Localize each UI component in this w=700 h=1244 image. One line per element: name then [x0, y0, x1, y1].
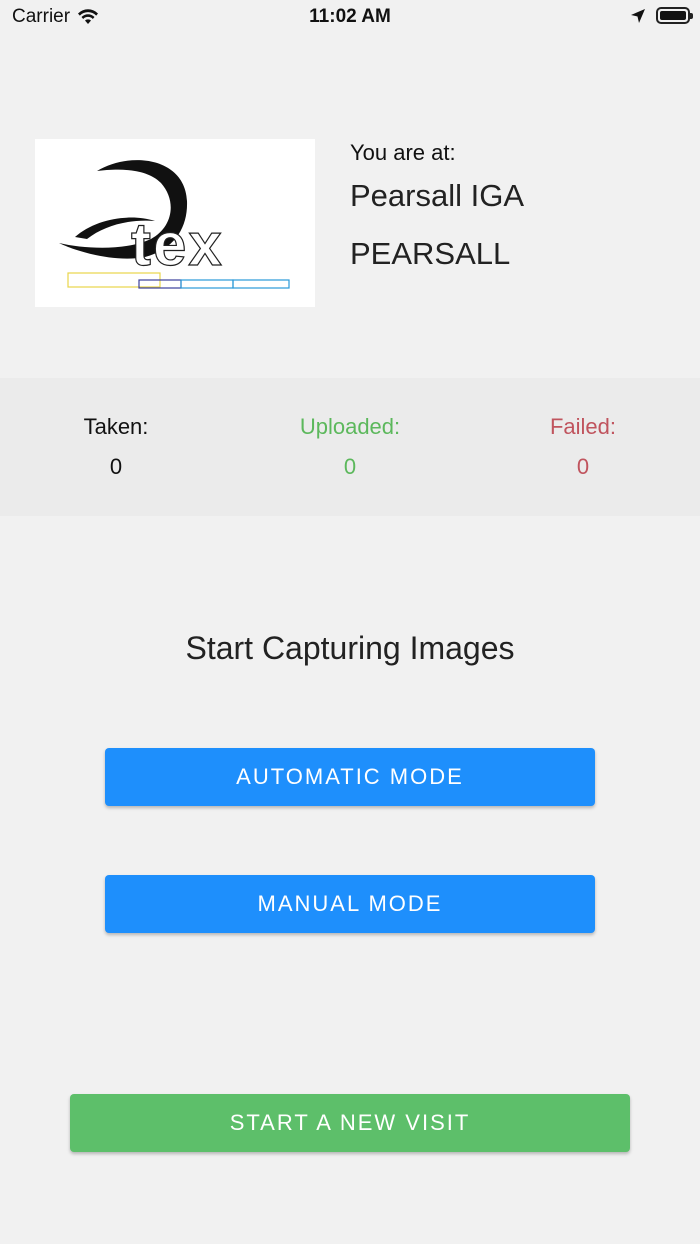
status-time: 11:02 AM: [309, 6, 391, 27]
atex-logo-icon: tex: [59, 160, 290, 289]
upload-stats: Taken: 0 Uploaded: 0 Failed: 0: [0, 378, 700, 516]
status-right-icons: [630, 7, 693, 24]
status-bar: Carrier 11:02 AM: [0, 0, 700, 36]
battery-icon: [656, 7, 693, 24]
location-arrow-icon: [631, 8, 645, 23]
stat-uploaded-value: 0: [343, 454, 357, 479]
automatic-mode-button[interactable]: AUTOMATIC MODE: [105, 748, 595, 806]
stat-taken-value: 0: [109, 454, 123, 479]
manual-mode-button[interactable]: MANUAL MODE: [105, 875, 595, 933]
start-new-visit-button[interactable]: START A NEW VISIT: [70, 1094, 630, 1152]
company-logo: tex: [35, 139, 315, 307]
stat-failed-label: Failed:: [549, 414, 617, 439]
capture-title: Start Capturing Images: [185, 630, 515, 666]
location-label: You are at:: [350, 140, 456, 165]
store-city: PEARSALL: [350, 236, 511, 271]
stat-uploaded-label: Uploaded:: [299, 414, 401, 439]
stat-taken: Taken: 0: [16, 414, 216, 480]
battery-level: [660, 11, 686, 20]
stat-taken-label: Taken:: [83, 414, 149, 439]
location-info: You are at: Pearsall IGA PEARSALL: [350, 140, 524, 272]
logo-wordmark: tex: [131, 211, 224, 278]
stat-failed: Failed: 0: [483, 414, 683, 480]
stat-failed-value: 0: [576, 454, 590, 479]
store-name: Pearsall IGA: [350, 178, 525, 213]
stat-uploaded: Uploaded: 0: [250, 414, 450, 480]
